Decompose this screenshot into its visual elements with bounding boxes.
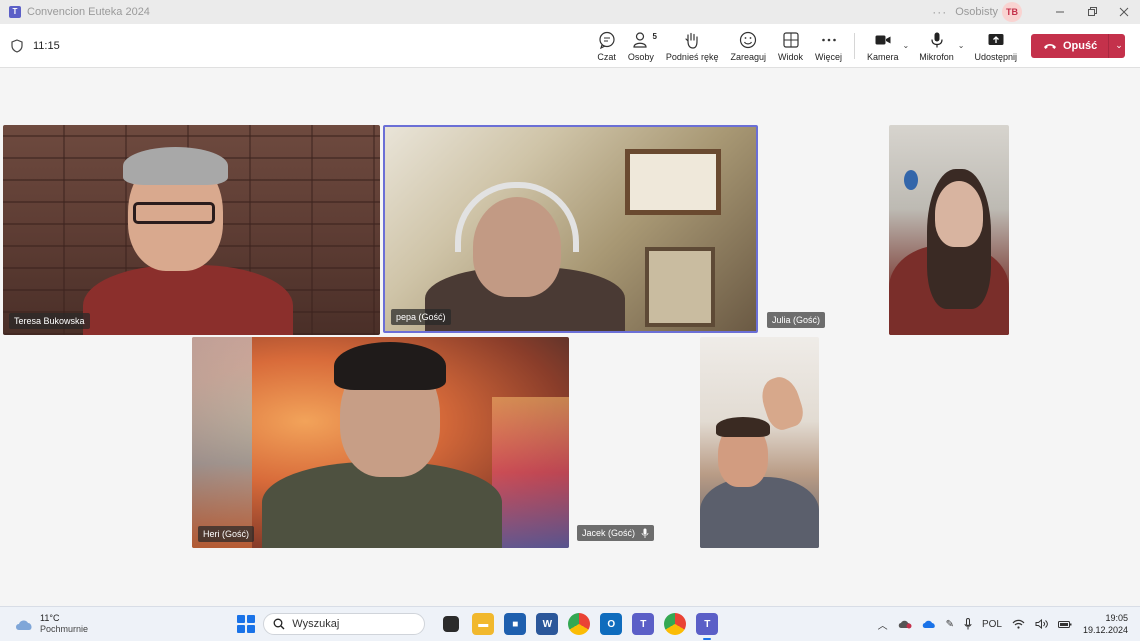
wifi-icon[interactable] xyxy=(1012,619,1025,629)
camera-icon xyxy=(875,35,891,44)
react-label: Zareaguj xyxy=(730,51,766,62)
camera-label: Kamera xyxy=(867,51,899,62)
onedrive-error-icon[interactable] xyxy=(898,619,912,629)
grid-view-icon xyxy=(782,31,799,48)
teams-icon[interactable]: T xyxy=(632,613,655,635)
cloud-icon xyxy=(16,620,32,630)
outlook-icon[interactable]: O xyxy=(600,613,623,635)
video-tile-teresa[interactable]: Teresa Bukowska xyxy=(3,125,380,335)
more-options-icon[interactable]: ··· xyxy=(932,5,947,19)
ellipsis-icon xyxy=(821,38,836,41)
microphone-button[interactable]: Mikrofon xyxy=(919,24,954,68)
chat-icon xyxy=(599,31,615,49)
react-button[interactable]: Zareaguj xyxy=(730,24,766,68)
video-tile-jacek[interactable] xyxy=(700,337,819,548)
task-view-icon[interactable] xyxy=(443,616,460,632)
participant-name-tag: Teresa Bukowska xyxy=(9,313,90,329)
meeting-toolbar: 11:15 Czat 5 Osoby Podnieś rękę Zareaguj… xyxy=(0,24,1140,68)
minimize-button[interactable] xyxy=(1044,0,1076,24)
store-icon[interactable]: ■ xyxy=(504,613,527,635)
windows-start-icon[interactable] xyxy=(237,615,256,633)
file-explorer-icon[interactable]: ▬ xyxy=(472,613,495,635)
teams-active-icon[interactable]: T xyxy=(696,613,719,640)
microphone-icon xyxy=(930,32,943,47)
glasses-icon xyxy=(133,202,215,224)
search-icon xyxy=(273,618,285,630)
leave-label: Opuść xyxy=(1063,39,1098,52)
chevron-up-icon[interactable]: ︿ xyxy=(878,617,888,632)
hand-icon xyxy=(685,32,698,49)
smiley-icon xyxy=(740,31,757,48)
chat-label: Czat xyxy=(597,51,616,62)
share-button[interactable]: Udostępnij xyxy=(974,24,1017,68)
window-title: Convencion Euteka 2024 xyxy=(27,6,150,18)
taskbar-clock[interactable]: 19:05 19.12.2024 xyxy=(1083,612,1128,636)
volume-icon[interactable] xyxy=(1035,619,1048,629)
participant-name-tag: Julia (Gość) xyxy=(767,312,826,328)
onedrive-icon[interactable] xyxy=(922,619,936,629)
weather-widget[interactable]: 11°C Pochmurnie xyxy=(14,613,88,635)
toolbar-divider xyxy=(854,32,856,59)
participant-name-tag: pepa (Gość) xyxy=(391,309,451,325)
search-placeholder: Wyszukaj xyxy=(292,618,340,630)
battery-icon[interactable] xyxy=(1057,620,1072,629)
weather-description: Pochmurnie xyxy=(40,624,89,634)
close-icon xyxy=(1119,7,1129,17)
profile-avatar[interactable]: TB xyxy=(1002,2,1022,22)
microphone-tray-icon[interactable] xyxy=(964,618,972,630)
language-indicator[interactable]: POL xyxy=(982,619,1002,630)
camera-button[interactable]: Kamera xyxy=(867,24,899,68)
raise-hand-button[interactable]: Podnieś rękę xyxy=(665,24,719,68)
shield-icon xyxy=(11,38,23,53)
chrome-icon[interactable] xyxy=(568,613,591,635)
microphone-options-chevron-icon[interactable]: ⌄ xyxy=(958,41,965,50)
people-label: Osoby xyxy=(627,51,654,62)
word-icon[interactable]: W xyxy=(536,613,559,635)
close-button[interactable] xyxy=(1108,0,1140,24)
share-icon xyxy=(988,33,1004,45)
system-tray: ︿ ✎ POL 19:05 19.12.2024 xyxy=(873,612,1128,636)
view-button[interactable]: Widok xyxy=(778,24,803,68)
people-count-badge: 5 xyxy=(652,31,657,41)
participant-face xyxy=(935,181,983,247)
restore-button[interactable] xyxy=(1076,0,1108,24)
chat-button[interactable]: Czat xyxy=(597,24,616,68)
microphone-label: Mikrofon xyxy=(919,51,954,62)
chrome-profile-icon[interactable] xyxy=(664,613,687,635)
teams-app-icon: T xyxy=(9,6,21,18)
camera-options-chevron-icon[interactable]: ⌄ xyxy=(903,41,910,50)
headphones-icon xyxy=(455,182,579,252)
view-label: Widok xyxy=(778,51,804,62)
taskbar-search-input[interactable]: Wyszukaj xyxy=(263,613,426,635)
weather-temperature: 11°C xyxy=(40,613,60,623)
people-icon xyxy=(633,31,647,48)
participant-name-tag: Heri (Gość) xyxy=(198,526,255,542)
video-tile-heri[interactable]: Heri (Gość) xyxy=(192,337,569,548)
pen-icon[interactable]: ✎ xyxy=(946,619,954,630)
video-stage: Teresa Bukowska pepa (Gość) Julia (Gość)… xyxy=(0,69,1140,606)
restore-icon xyxy=(1088,7,1097,16)
more-label: Więcej xyxy=(815,51,843,62)
share-label: Udostępnij xyxy=(974,51,1017,62)
minimize-icon xyxy=(1056,11,1064,13)
participant-name-tag: Jacek (Gość) xyxy=(577,525,655,541)
more-button[interactable]: Więcej xyxy=(815,24,842,68)
clock-time: 19:05 xyxy=(1105,613,1129,623)
raise-hand-label: Podnieś rękę xyxy=(665,51,719,62)
video-tile-julia[interactable] xyxy=(889,125,1009,335)
meeting-timer: 11:15 xyxy=(33,39,60,52)
microphone-icon xyxy=(641,528,649,538)
people-button[interactable]: 5 Osoby xyxy=(627,24,657,68)
phone-hangup-icon xyxy=(1043,42,1057,50)
video-tile-pepa[interactable]: pepa (Gość) xyxy=(383,125,758,333)
profile-label[interactable]: Osobisty xyxy=(955,6,998,18)
leave-button[interactable]: Opuść ⌄ xyxy=(1031,33,1125,58)
clock-date: 19.12.2024 xyxy=(1082,625,1129,635)
windows-taskbar: 11°C Pochmurnie Wyszukaj ▬ ■ W O T T ︿ ✎… xyxy=(0,606,1140,641)
window-titlebar: T Convencion Euteka 2024 ··· Osobisty TB xyxy=(0,0,1140,24)
leave-options-chevron-icon[interactable]: ⌄ xyxy=(1115,40,1123,51)
wall-picture xyxy=(625,149,721,215)
